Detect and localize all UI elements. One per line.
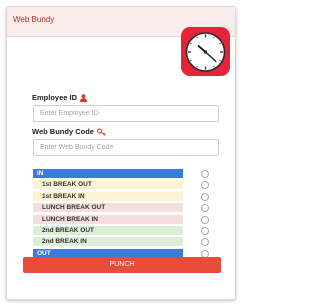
app-title: Web Bundy [13,15,55,24]
punch-button[interactable]: PUNCH [23,257,221,273]
employee-id-label-row: Employee ID [32,93,88,102]
punch-option-radio[interactable] [201,227,209,235]
bundy-code-label: Web Bundy Code [32,127,94,136]
key-icon [97,127,106,136]
punch-option-label: IN [33,169,183,178]
punch-option-label: LUNCH BREAK IN [33,214,183,224]
bundy-code-label-row: Web Bundy Code [32,127,106,136]
punch-option-row[interactable]: LUNCH BREAK OUT [33,203,219,213]
bundy-code-input[interactable] [33,139,219,156]
user-icon [80,93,88,102]
punch-option-label: LUNCH BREAK OUT [33,203,183,213]
punch-option-row[interactable]: 2nd BREAK IN [33,237,219,247]
clock-icon [181,27,230,76]
web-bundy-panel: Web Bundy Employee ID Web Bundy Code IN 1… [6,6,236,300]
punch-option-row[interactable]: IN [33,169,219,179]
employee-id-label: Employee ID [32,93,78,102]
punch-option-row[interactable]: 2nd BREAK OUT [33,226,219,236]
punch-option-label: 2nd BREAK IN [33,237,183,247]
punch-option-row[interactable]: 1st BREAK OUT [33,180,219,190]
punch-option-radio[interactable] [201,238,209,247]
punch-option-label: 1st BREAK OUT [33,180,183,190]
punch-option-label: 2nd BREAK OUT [33,226,183,235]
clock-face [185,32,226,72]
punch-option-radio[interactable] [201,204,209,213]
clock-center [203,50,208,54]
punch-option-radio[interactable] [201,192,209,201]
punch-option-radio[interactable] [201,170,209,178]
punch-option-label: 1st BREAK IN [33,191,183,201]
punch-option-row[interactable]: 1st BREAK IN [33,191,219,202]
punch-option-radio[interactable] [201,215,209,224]
punch-option-row[interactable]: LUNCH BREAK IN [33,214,219,225]
punch-option-radio[interactable] [201,181,209,190]
employee-id-input[interactable] [33,105,219,122]
